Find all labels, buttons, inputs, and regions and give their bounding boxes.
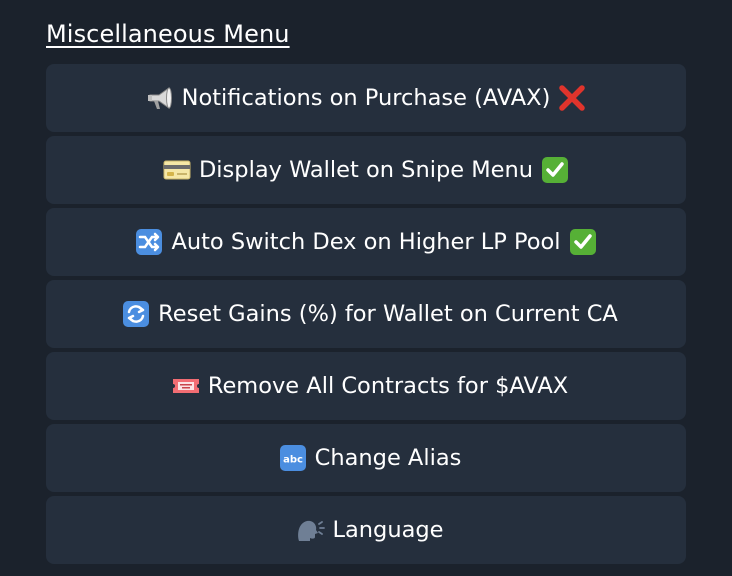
language-label: Language (332, 517, 444, 543)
remove-all-contracts-label: Remove All Contracts for $AVAX (207, 373, 569, 399)
language-button[interactable]: Language (46, 496, 686, 564)
change-alias-button[interactable]: abc Change Alias (46, 424, 686, 492)
credit-card-icon (162, 155, 192, 185)
miscellaneous-menu: Miscellaneous Menu Notifications on Purc… (0, 0, 732, 576)
shuffle-icon (134, 227, 164, 257)
auto-switch-dex-label: Auto Switch Dex on Higher LP Pool (171, 229, 561, 255)
notifications-on-purchase-button[interactable]: Notifications on Purchase (AVAX) (46, 64, 686, 132)
notifications-on-purchase-label: Notifications on Purchase (AVAX) (181, 85, 551, 111)
reset-gains-button[interactable]: Reset Gains (%) for Wallet on Current CA (46, 280, 686, 348)
check-mark-icon (540, 155, 570, 185)
auto-switch-dex-button[interactable]: Auto Switch Dex on Higher LP Pool (46, 208, 686, 276)
menu-title: Miscellaneous Menu (46, 20, 290, 48)
megaphone-icon (145, 83, 175, 113)
remove-all-contracts-button[interactable]: Remove All Contracts for $AVAX (46, 352, 686, 420)
abc-icon: abc (278, 443, 308, 473)
refresh-icon (121, 299, 151, 329)
menu-button-list: Notifications on Purchase (AVAX) Display… (46, 64, 686, 564)
ticket-icon (171, 371, 201, 401)
cross-mark-icon (557, 83, 587, 113)
speaking-head-icon (295, 515, 326, 545)
svg-text:abc: abc (283, 455, 303, 466)
check-mark-icon (568, 227, 598, 257)
display-wallet-on-snipe-menu-label: Display Wallet on Snipe Menu (198, 157, 534, 183)
reset-gains-label: Reset Gains (%) for Wallet on Current CA (158, 301, 618, 327)
change-alias-label: Change Alias (314, 445, 462, 471)
display-wallet-on-snipe-menu-button[interactable]: Display Wallet on Snipe Menu (46, 136, 686, 204)
